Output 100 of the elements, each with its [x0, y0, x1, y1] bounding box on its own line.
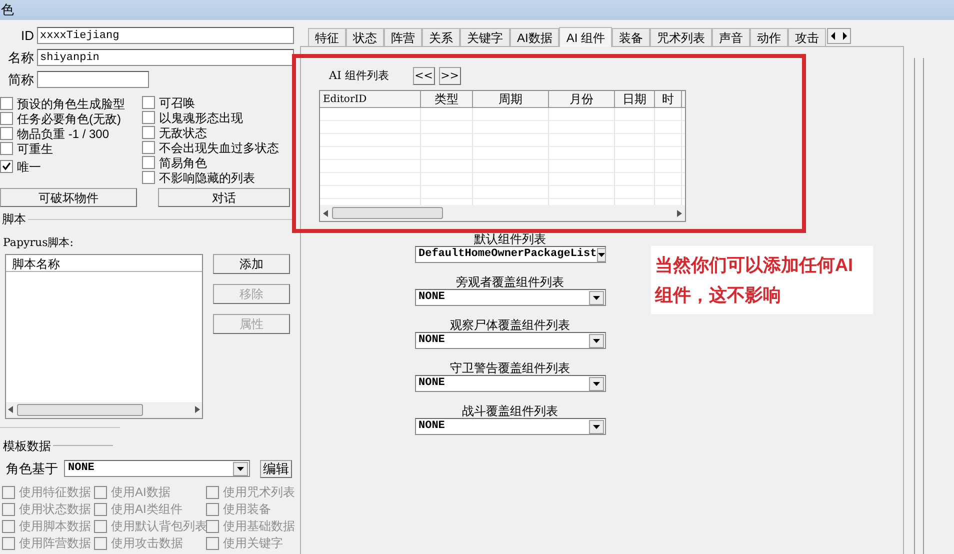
checkbox[interactable]: [142, 156, 155, 169]
column-header[interactable]: EditorID: [320, 91, 421, 107]
checkbox-label: 使用特征数据: [19, 484, 91, 501]
field-label: 角色基于: [5, 460, 59, 478]
checkbox[interactable]: [142, 126, 155, 139]
checkbox-label: 预设的角色生成脸型: [17, 96, 125, 112]
tab[interactable]: 阵营: [384, 28, 422, 46]
checkbox-label: 使用脚本数据: [19, 518, 91, 535]
column-header[interactable]: 类型: [421, 91, 473, 107]
dropdown-arrow-button[interactable]: [588, 376, 604, 390]
dropdown-value: NONE: [418, 333, 446, 348]
checkbox-label: 无敌状态: [159, 124, 207, 142]
scrollbar-thumb[interactable]: [332, 207, 443, 219]
window-title: 色: [0, 1, 14, 20]
checkbox-label: 使用咒术列表: [223, 484, 295, 501]
section-label: AI 组件列表: [329, 68, 389, 84]
column-header[interactable]: 周期: [473, 91, 549, 107]
dropdown-value: NONE: [418, 419, 446, 434]
tab[interactable]: AI数据: [510, 28, 560, 46]
horizontal-scrollbar[interactable]: [320, 205, 685, 221]
dropdown-arrow-button[interactable]: [596, 248, 606, 262]
dropdown[interactable]: NONE: [414, 289, 606, 306]
checkbox-label: 以鬼魂形态出现: [159, 110, 243, 126]
dropdown-label: 旁观者覆盖组件列表: [456, 275, 564, 289]
caret-icon: [598, 252, 605, 256]
checkbox-label: 使用攻击数据: [111, 535, 183, 552]
dropdown-value: NONE: [67, 461, 96, 476]
dropdown-arrow-button[interactable]: [588, 334, 604, 348]
checkbox-label: 可重生: [17, 140, 53, 158]
checkbox-label: 使用状态数据: [19, 501, 91, 518]
scrollbar-thumb[interactable]: [17, 404, 143, 416]
checkbox-label: 不影响隐藏的列表: [159, 170, 255, 186]
checkbox-label: 使用基础数据: [223, 518, 295, 535]
column-header[interactable]: 脚本名称: [6, 254, 202, 272]
dropdown[interactable]: NONE: [414, 332, 606, 349]
checkbox-label: 物品负重 -1 / 300: [17, 126, 110, 142]
dropdown[interactable]: NONE: [414, 418, 606, 435]
checkbox[interactable]: [142, 141, 155, 154]
button[interactable]: 对话: [158, 188, 290, 207]
caret-icon: [592, 382, 600, 386]
checkbox-label: 使用装备: [223, 501, 271, 518]
checkbox[interactable]: [0, 160, 13, 173]
dropdown[interactable]: NONE: [64, 460, 250, 477]
scrollbar-track[interactable]: [914, 58, 924, 554]
tab[interactable]: AI 组件: [559, 27, 612, 47]
scroll-left-icon: [8, 406, 13, 413]
checkbox-label: 使用关键字: [223, 535, 283, 552]
tab[interactable]: 攻击: [788, 28, 826, 46]
checkbox-label: 简易角色: [159, 154, 207, 172]
caret-icon: [237, 466, 244, 470]
checkbox-label: 任务必要角色(无敌): [17, 110, 121, 128]
horizontal-scrollbar[interactable]: [6, 402, 202, 418]
dropdown-arrow-button[interactable]: [588, 420, 604, 434]
checkbox-label: 唯一: [17, 158, 41, 176]
checkbox[interactable]: [0, 112, 13, 125]
checkbox-label: 不会出现失血过多状态: [159, 140, 279, 156]
checkbox-label: 使用默认背包列表: [111, 518, 207, 535]
checkbox[interactable]: [0, 127, 13, 140]
checkbox[interactable]: [142, 171, 155, 184]
field-label: 名称: [7, 48, 35, 67]
section-label: Papyrus脚本:: [2, 235, 74, 251]
column-header[interactable]: 月份: [549, 91, 615, 107]
column-header[interactable]: 日期: [615, 91, 655, 107]
checkbox[interactable]: [142, 96, 155, 109]
checkbox[interactable]: [0, 142, 13, 155]
checkbox-label: 使用AI数据: [111, 484, 170, 501]
tab[interactable]: 状态: [346, 28, 384, 46]
tab[interactable]: 动作: [750, 28, 788, 46]
text-field[interactable]: [37, 71, 149, 88]
tab[interactable]: 关系: [422, 28, 460, 46]
dropdown-label: 守卫警告覆盖组件列表: [450, 361, 570, 375]
checkbox-label: 使用AI类组件: [111, 501, 182, 518]
check-icon: [2, 162, 11, 171]
package-table[interactable]: EditorID 类型 周期 月份 日期 时: [319, 90, 686, 222]
dropdown-value: NONE: [418, 376, 446, 392]
dropdown-value: NONE: [418, 290, 446, 306]
caret-icon: [592, 296, 600, 300]
button[interactable]: >>: [438, 67, 461, 85]
button[interactable]: 添加: [213, 254, 290, 274]
text-field[interactable]: xxxxTiejiang: [37, 27, 294, 44]
tab[interactable]: 特征: [308, 28, 346, 46]
checkbox[interactable]: [0, 97, 13, 110]
checkbox[interactable]: [142, 111, 155, 124]
dropdown-label: 观察尸体覆盖组件列表: [450, 318, 570, 332]
column-header[interactable]: 时: [655, 91, 682, 107]
script-list[interactable]: 脚本名称: [5, 254, 203, 418]
caret-icon: [592, 424, 600, 428]
field-label: ID: [20, 26, 35, 45]
group-title: 模板数据: [2, 438, 52, 454]
tab[interactable]: 声音: [712, 28, 750, 46]
tab[interactable]: 咒术列表: [650, 28, 712, 46]
tab[interactable]: 关键字: [460, 28, 510, 46]
dropdown-arrow-button[interactable]: [233, 462, 248, 476]
button[interactable]: 编辑: [260, 460, 292, 478]
dropdown[interactable]: NONE: [414, 375, 606, 392]
dropdown-arrow-button[interactable]: [588, 290, 604, 304]
tab[interactable]: 装备: [612, 28, 650, 46]
text-field[interactable]: shiyanpin: [37, 49, 294, 66]
button[interactable]: 可破坏物件: [0, 188, 137, 207]
button[interactable]: <<: [412, 67, 435, 85]
